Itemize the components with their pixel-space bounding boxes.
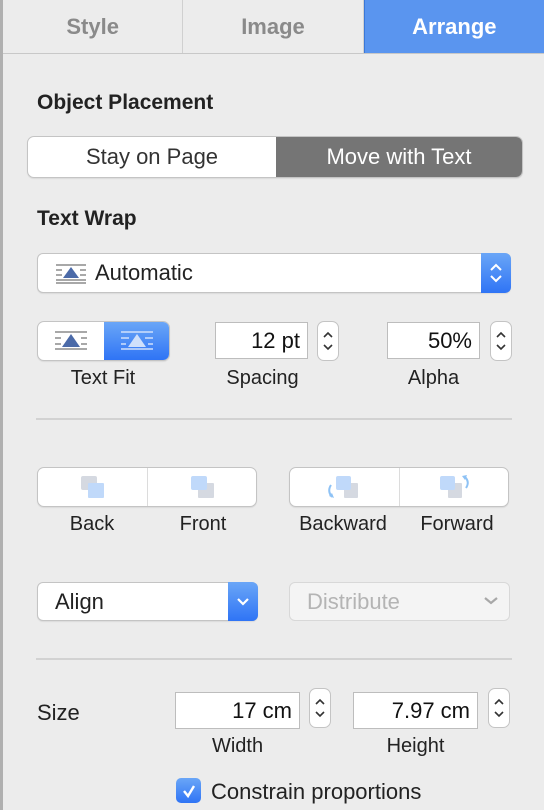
back-label: Back [69,513,115,535]
forward-button[interactable] [398,468,509,506]
section-divider [36,418,512,420]
back-front-group [37,467,257,507]
spacing-label: Spacing [226,367,299,389]
distribute-label: Distribute [307,588,400,614]
align-label: Align [55,588,104,614]
move-with-text-option[interactable]: Move with Text [276,137,522,177]
tab-image[interactable]: Image [183,0,364,53]
backward-forward-group [289,467,509,507]
text-fit-option-2[interactable] [104,322,169,360]
text-wrap-value: Automatic [95,260,193,285]
front-button[interactable] [146,468,257,506]
text-wrap-popup[interactable]: Automatic [37,253,511,293]
wrap-automatic-icon [55,262,87,284]
text-fit-segmented [37,321,170,361]
object-placement-segmented: Stay on Page Move with Text [27,136,523,178]
bring-to-front-icon [187,473,217,501]
spacing-stepper[interactable] [317,321,339,361]
backward-button[interactable] [290,468,399,506]
send-to-back-icon [77,473,107,501]
height-stepper[interactable] [488,688,510,728]
chevron-down-icon [483,596,499,606]
popup-updown-icon [481,253,511,293]
alpha-stepper[interactable] [490,321,512,361]
tab-arrange[interactable]: Arrange [363,0,544,53]
text-fit-tight-icon [54,329,88,353]
alpha-label: Alpha [407,367,460,389]
size-heading: Size [37,700,80,725]
spacing-field[interactable]: 12 pt [215,322,308,359]
tab-style[interactable]: Style [3,0,184,53]
inspector-tabs: Style Image Arrange [3,0,544,54]
back-button[interactable] [38,468,147,506]
text-fit-label: Text Fit [70,367,136,389]
alpha-field[interactable]: 50% [387,322,480,359]
section-divider [36,658,512,660]
object-placement-heading: Object Placement [37,91,214,114]
checkmark-icon [181,783,197,799]
front-label: Front [179,513,227,535]
text-fit-box-icon [120,329,154,353]
width-stepper[interactable] [309,688,331,728]
stay-on-page-option[interactable]: Stay on Page [28,137,276,177]
panel-edge [0,0,3,810]
chevron-down-icon [228,582,258,621]
text-fit-option-1[interactable] [38,322,104,360]
send-backward-icon [324,473,364,501]
constrain-proportions-checkbox[interactable] [176,778,201,803]
width-label: Width [211,735,264,757]
bring-forward-icon [434,473,474,501]
forward-label: Forward [420,513,494,535]
width-field[interactable]: 17 cm [175,692,300,729]
height-field[interactable]: 7.97 cm [353,692,478,729]
constrain-proportions-label[interactable]: Constrain proportions [211,779,421,805]
backward-label: Backward [299,513,387,535]
text-wrap-heading: Text Wrap [37,207,137,230]
distribute-popup[interactable]: Distribute [289,582,510,621]
height-label: Height [386,735,445,757]
align-popup[interactable]: Align [37,582,258,621]
